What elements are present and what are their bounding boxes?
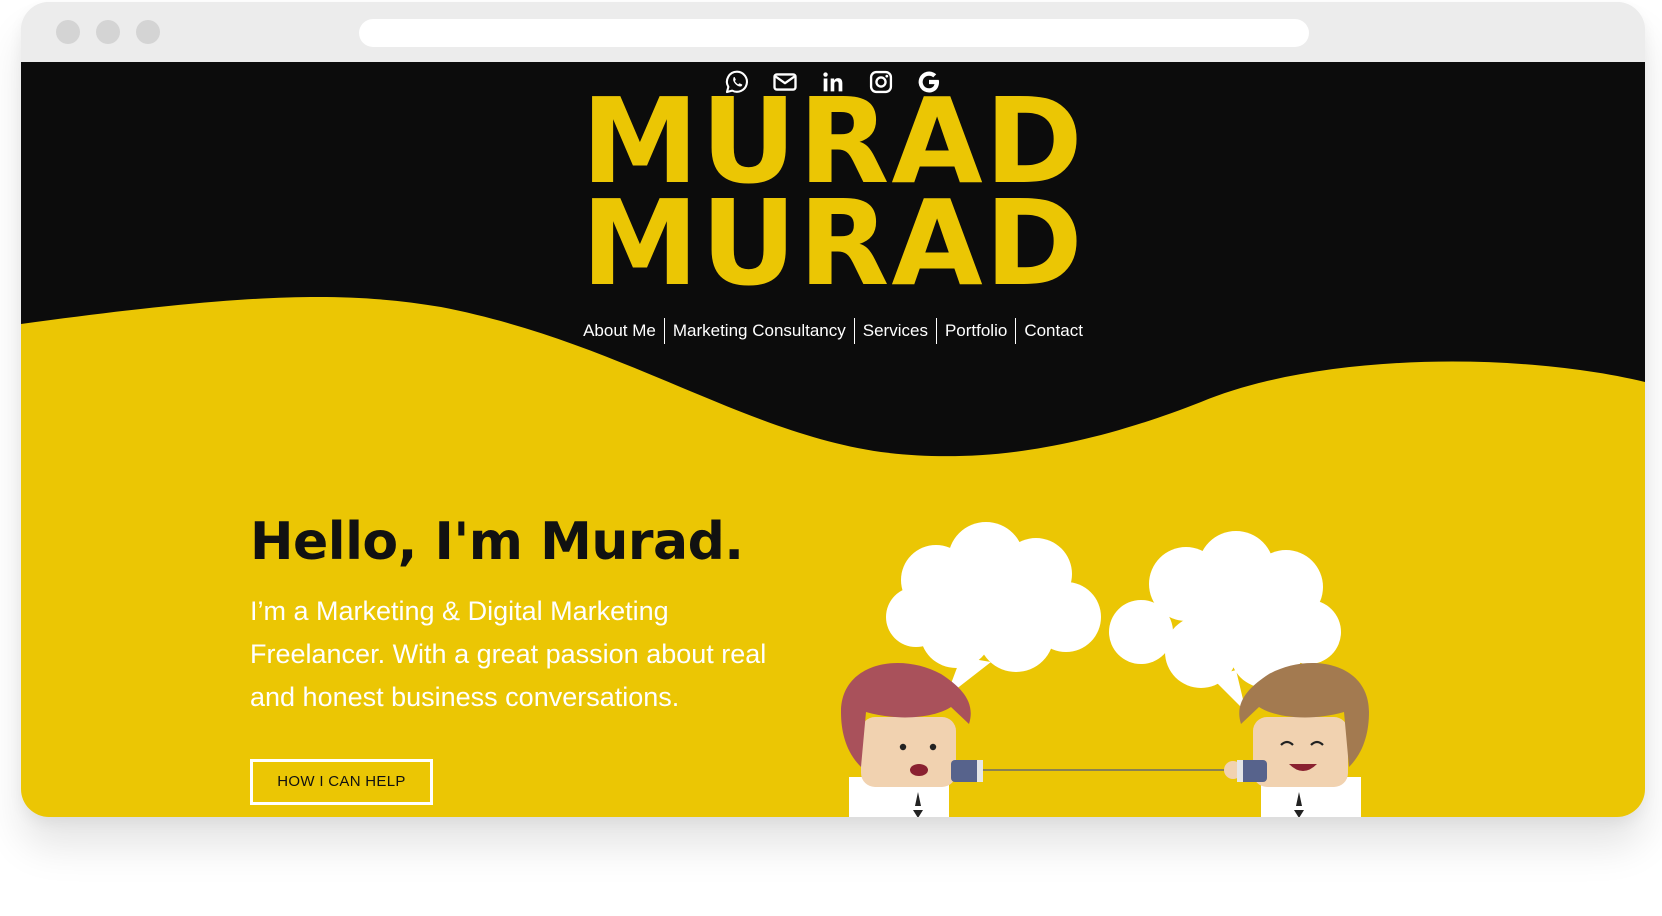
browser-chrome — [21, 2, 1645, 62]
logo-line-2: MURAD — [581, 174, 1085, 312]
nav-item-marketing-consultancy[interactable]: Marketing Consultancy — [663, 318, 854, 344]
nav-item-portfolio[interactable]: Portfolio — [935, 318, 1015, 344]
window-minimize-button[interactable] — [96, 20, 120, 44]
right-character — [1224, 662, 1369, 817]
nav-item-contact[interactable]: Contact — [1015, 318, 1091, 344]
site-logo[interactable]: MURAD MURAD — [21, 82, 1645, 312]
hero-description: I’m a Marketing & Digital Marketing Free… — [250, 596, 767, 712]
page: MURAD MURAD About Me Marketing Consultanc… — [21, 62, 1645, 817]
address-bar[interactable] — [359, 19, 1309, 47]
nav-item-services[interactable]: Services — [853, 318, 936, 344]
window-maximize-button[interactable] — [136, 20, 160, 44]
how-i-can-help-button[interactable]: HOW I CAN HELP — [250, 759, 433, 805]
left-character — [841, 662, 983, 817]
window-close-button[interactable] — [56, 20, 80, 44]
main-navigation: About Me Marketing Consultancy Services Por… — [21, 318, 1645, 344]
tin-can-phone-illustration — [841, 522, 1369, 817]
browser-window: MURAD MURAD About Me Marketing Consultanc… — [21, 2, 1645, 817]
hero-title: Hello, I'm Murad. — [250, 512, 744, 572]
nav-item-about-me[interactable]: About Me — [575, 318, 664, 344]
